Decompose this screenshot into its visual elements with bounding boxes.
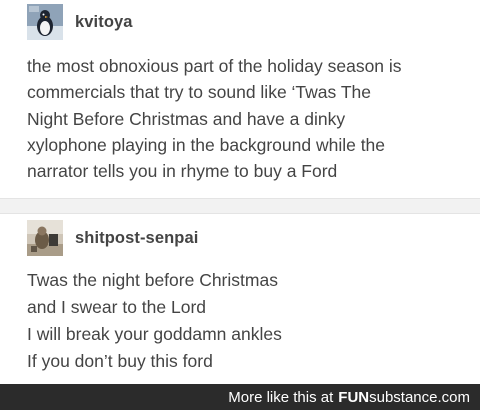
post-body: Twas the night before Christmas and I sw…: [27, 267, 477, 375]
post-body-line: If you don’t buy this ford: [27, 351, 213, 371]
logo-rest-part: substance.com: [369, 388, 470, 406]
avatar-kvitoya[interactable]: [27, 4, 63, 40]
avatar-photo-icon: [27, 220, 63, 256]
post-body-line: xylophone playing in the background whil…: [27, 134, 386, 155]
post-kvitoya: kvitoya the most obnoxious part of the h…: [0, 0, 480, 198]
post-header: shitpost-senpai: [27, 219, 198, 257]
username[interactable]: shitpost-senpai: [75, 229, 198, 248]
logo-bold-part: FUN: [338, 388, 370, 406]
avatar-penguin-icon: [27, 4, 63, 40]
post-body-line: the most obnoxious part of the holiday s…: [27, 56, 402, 76]
post-body-line: Night Before Christmas and have a dinky: [27, 108, 346, 129]
post-divider: [0, 198, 480, 214]
post-body-line: Twas the night before Christmas: [27, 270, 278, 290]
footer-text: More like this at: [228, 388, 334, 406]
post-body-line: I will break your goddamn ankles: [27, 324, 282, 344]
funsubstance-logo[interactable]: FUNsubstance.com: [338, 389, 470, 406]
avatar-shitpost-senpai[interactable]: [27, 220, 63, 256]
username[interactable]: kvitoya: [75, 13, 133, 32]
post-shitpost-senpai: shitpost-senpai Twas the night before Ch…: [0, 214, 480, 384]
post-body-line: and I swear to the Lord: [27, 297, 206, 317]
post-body-line: narrator tells you in rhyme to buy a For…: [27, 161, 338, 182]
post-body: the most obnoxious part of the holiday s…: [27, 53, 477, 184]
post-body-line: commercials that try to sound like ‘Twas…: [27, 82, 371, 103]
post-header: kvitoya: [27, 3, 133, 41]
watermark-footer: More like this at FUNsubstance.com: [0, 384, 480, 410]
